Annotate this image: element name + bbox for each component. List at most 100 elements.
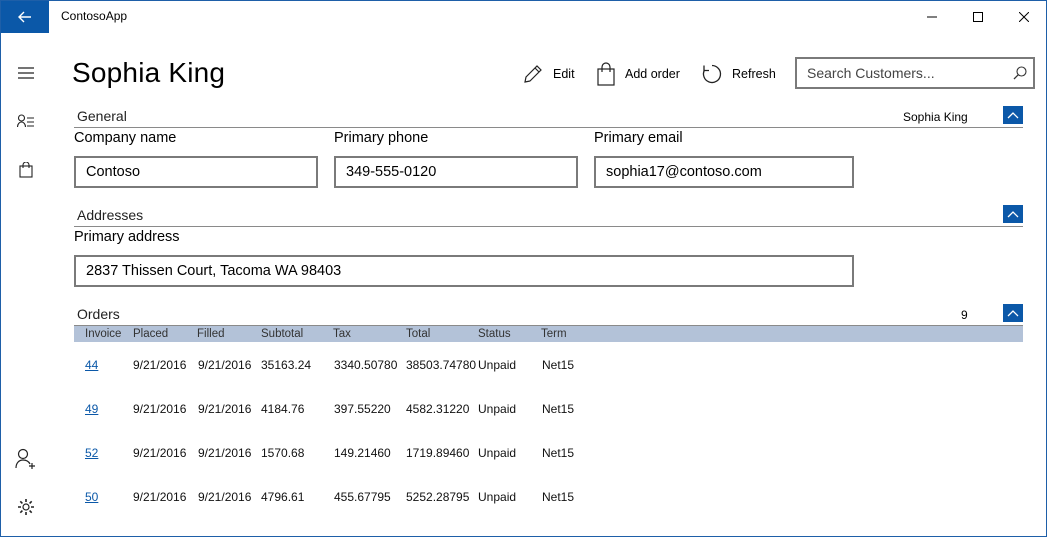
primary-phone-field[interactable] [334,156,578,188]
shopping-bag-icon [597,62,615,86]
minimize-icon [927,16,937,18]
nav-customers-button[interactable] [11,106,41,136]
column-header-total[interactable]: Total [406,328,430,340]
settings-gear-icon [18,499,34,515]
table-row[interactable]: 50 9/21/2016 9/21/2016 4796.61 455.67795… [74,490,1023,510]
back-arrow-icon [18,11,31,23]
table-row[interactable]: 52 9/21/2016 9/21/2016 1570.68 149.21460… [74,446,1023,466]
orders-grid-header: Invoice Placed Filled Subtotal Tax Total… [74,326,1023,342]
general-collapse-button[interactable] [1003,106,1023,124]
back-button[interactable] [1,1,49,33]
total-cell: 1719.89460 [406,446,470,460]
refresh-button[interactable]: Refresh [701,61,776,87]
filled-cell: 9/21/2016 [198,490,252,504]
column-header-invoice[interactable]: Invoice [85,328,121,340]
invoice-link[interactable]: 52 [85,446,98,460]
column-header-subtotal[interactable]: Subtotal [261,328,303,340]
status-cell: Unpaid [478,402,517,416]
search-box [795,57,1035,89]
status-cell: Unpaid [478,490,517,504]
orders-bag-icon [19,162,33,178]
invoice-link[interactable]: 49 [85,402,98,416]
placed-cell: 9/21/2016 [133,358,187,372]
close-button[interactable] [1001,1,1046,33]
chevron-up-icon [1007,310,1019,317]
placed-cell: 9/21/2016 [133,402,187,416]
general-summary: Sophia King [903,110,968,124]
column-header-term[interactable]: Term [541,328,567,340]
placed-cell: 9/21/2016 [133,446,187,460]
term-cell: Net15 [542,446,575,460]
table-row[interactable]: 44 9/21/2016 9/21/2016 35163.24 3340.507… [74,358,1023,378]
hamburger-menu-icon [18,67,34,79]
refresh-icon [702,64,722,84]
table-row[interactable]: 49 9/21/2016 9/21/2016 4184.76 397.55220… [74,402,1023,422]
column-header-tax[interactable]: Tax [333,328,351,340]
title-bar: ContosoApp [1,1,1046,33]
subtotal-cell: 4184.76 [261,402,305,416]
app-window: ContosoApp Sophia King Edit Add order Re… [0,0,1047,537]
primary-phone-label: Primary phone [334,130,429,146]
tax-cell: 149.21460 [334,446,391,460]
status-cell: Unpaid [478,358,517,372]
orders-collapse-button[interactable] [1003,304,1023,322]
edit-label: Edit [553,67,575,81]
company-name-label: Company name [74,130,177,146]
term-cell: Net15 [542,402,575,416]
column-header-placed[interactable]: Placed [133,328,168,340]
general-section-header: General Sophia King [74,106,1023,128]
nav-menu-button[interactable] [11,58,41,88]
customer-list-icon [17,114,34,128]
maximize-button[interactable] [955,1,1001,33]
total-cell: 4582.31220 [406,402,470,416]
total-cell: 5252.28795 [406,490,470,504]
add-order-label: Add order [625,67,680,81]
placed-cell: 9/21/2016 [133,490,187,504]
refresh-label: Refresh [732,67,776,81]
tax-cell: 455.67795 [334,490,391,504]
app-title: ContosoApp [61,9,128,23]
tax-cell: 397.55220 [334,402,391,416]
status-cell: Unpaid [478,446,517,460]
general-section-title: General [77,108,127,124]
filled-cell: 9/21/2016 [198,402,252,416]
term-cell: Net15 [542,358,575,372]
page-title: Sophia King [72,57,226,88]
nav-settings-button[interactable] [11,492,41,522]
search-input[interactable] [797,59,1007,87]
primary-email-label: Primary email [594,130,683,146]
addresses-section-title: Addresses [77,207,144,223]
total-cell: 38503.74780 [406,358,477,372]
filled-cell: 9/21/2016 [198,446,252,460]
company-name-field[interactable] [74,156,318,188]
subtotal-cell: 35163.24 [261,358,312,372]
chevron-up-icon [1007,211,1019,218]
edit-button[interactable]: Edit [522,61,575,87]
orders-count: 9 [961,308,968,322]
nav-orders-button[interactable] [11,155,41,185]
orders-section-header: Orders 9 [74,304,1023,326]
close-icon [1019,12,1029,22]
column-header-status[interactable]: Status [478,328,511,340]
term-cell: Net15 [542,490,575,504]
primary-email-field[interactable] [594,156,854,188]
chevron-up-icon [1007,112,1019,119]
maximize-icon [973,12,983,22]
edit-pencil-icon [524,65,542,83]
subtotal-cell: 1570.68 [261,446,305,460]
column-header-filled[interactable]: Filled [197,328,224,340]
nav-add-user-button[interactable] [11,444,41,474]
filled-cell: 9/21/2016 [198,358,252,372]
add-order-button[interactable]: Add order [596,61,680,87]
primary-address-field[interactable] [74,255,854,287]
tax-cell: 3340.50780 [334,358,398,372]
minimize-button[interactable] [909,1,955,33]
addresses-collapse-button[interactable] [1003,205,1023,223]
search-icon[interactable] [1013,66,1027,80]
invoice-link[interactable]: 44 [85,358,98,372]
orders-section-title: Orders [77,306,120,322]
subtotal-cell: 4796.61 [261,490,305,504]
invoice-link[interactable]: 50 [85,490,98,504]
primary-address-label: Primary address [74,229,180,245]
addresses-section-header: Addresses [74,205,1023,227]
